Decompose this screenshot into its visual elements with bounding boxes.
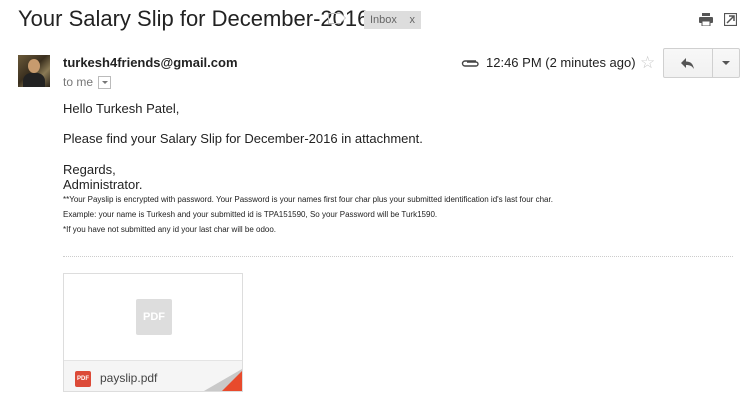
email-subject: Your Salary Slip for December-2016 [18, 6, 370, 31]
recipient-text: to me [63, 75, 94, 89]
password-example-note: Example: your name is Turkesh and your s… [63, 210, 438, 219]
sender-avatar[interactable] [18, 55, 50, 87]
greeting-text: Hello Turkesh Patel, [63, 101, 180, 116]
remove-label-button[interactable]: x [410, 14, 416, 26]
star-icon[interactable]: ☆ [640, 53, 655, 73]
more-actions-button[interactable] [713, 49, 739, 77]
new-window-icon[interactable] [724, 13, 737, 26]
attachment-card[interactable]: PDF PDF payslip.pdf [63, 273, 243, 392]
email-timestamp: 12:46 PM (2 minutes ago) [486, 55, 636, 70]
print-icon[interactable] [699, 13, 713, 26]
attachment-filename[interactable]: payslip.pdf [100, 371, 157, 385]
attachment-preview: PDF [64, 274, 242, 360]
reply-button[interactable] [664, 49, 713, 77]
no-id-note: *If you have not submitted any id your l… [63, 225, 277, 234]
inbox-label-chip[interactable]: Inbox x [364, 11, 421, 29]
label-tag-icon[interactable] [328, 13, 346, 24]
attachment-divider [63, 256, 733, 257]
sender-email[interactable]: turkesh4friends@gmail.com [63, 55, 238, 70]
chevron-down-icon [722, 61, 730, 65]
recipient-details-toggle[interactable] [98, 75, 112, 89]
body-line: Please find your Salary Slip for Decembe… [63, 131, 423, 146]
regards-text: Regards, [63, 162, 116, 177]
file-type-corner-decoration [222, 371, 242, 391]
paperclip-icon [461, 60, 479, 67]
reply-button-group [663, 48, 740, 78]
recipient-line: to me [63, 75, 112, 89]
pdf-file-icon: PDF [75, 371, 91, 387]
signature-text: Administrator. [63, 177, 143, 192]
pdf-icon: PDF [136, 299, 172, 335]
inbox-label-text: Inbox [370, 14, 397, 26]
reply-arrow-icon [681, 57, 694, 69]
password-note: **Your Payslip is encrypted with passwor… [63, 195, 553, 204]
